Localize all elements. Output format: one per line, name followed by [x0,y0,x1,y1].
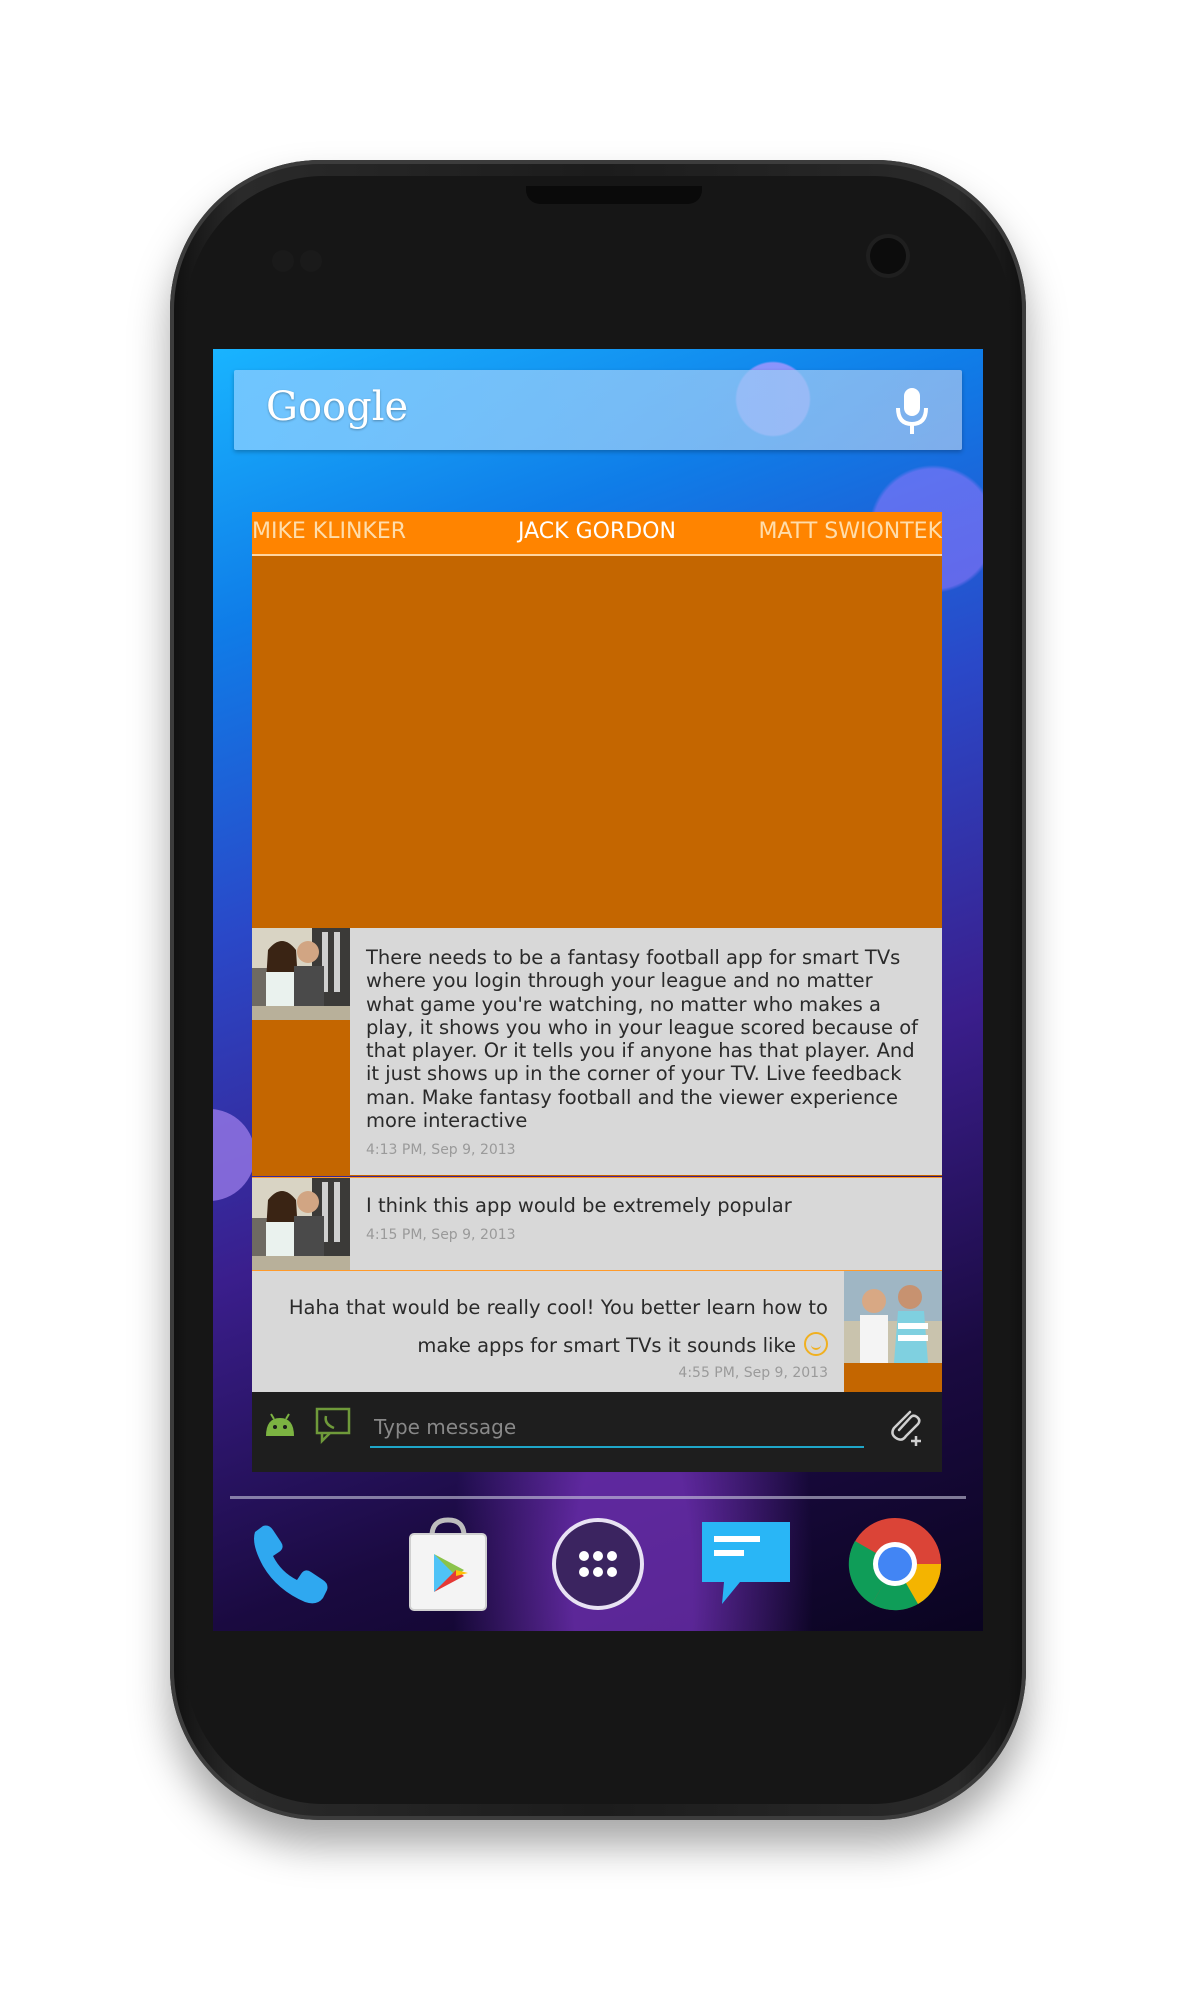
message-input[interactable] [370,1408,864,1448]
chat-widget: MIKE KLINKER JACK GORDON MATT SWIONTEK T… [252,512,942,1472]
avatar [844,1271,942,1363]
home-screen: Google MIKE KLINKER JACK GORDON MATT SWI… [213,349,983,1631]
tab-matt-swiontek[interactable]: MATT SWIONTEK [758,519,942,544]
app-drawer-icon[interactable] [548,1514,648,1614]
message-compose-bar [252,1392,942,1472]
message-text: There needs to be a fantasy football app… [366,946,919,1133]
message-bubble: I think this app would be extremely popu… [350,1178,942,1270]
message-text: I think this app would be extremely popu… [366,1194,792,1217]
chrome-icon[interactable] [845,1514,945,1614]
google-search-bar[interactable]: Google [234,370,962,450]
message-timestamp: 4:13 PM, Sep 9, 2013 [366,1142,516,1159]
microphone-icon[interactable] [892,386,932,436]
dock-divider [230,1496,966,1499]
message-text: Haha that would be really cool! You bett… [270,1289,828,1365]
messaging-icon[interactable] [696,1514,796,1614]
message-timestamp: 4:15 PM, Sep 9, 2013 [366,1227,516,1244]
conversation-background [252,556,942,928]
contact-tabs: MIKE KLINKER JACK GORDON MATT SWIONTEK [252,512,942,554]
wallpaper-bubble [213,1109,255,1201]
avatar [252,928,350,1020]
message-text-content: Haha that would be really cool! You bett… [288,1296,828,1357]
front-camera [870,238,906,274]
message-bubble: Haha that would be really cool! You bett… [252,1271,844,1393]
message-item: Haha that would be really cool! You bett… [252,1270,942,1393]
smiley-icon [804,1332,828,1356]
attachment-icon[interactable] [886,1406,926,1448]
play-store-icon[interactable] [398,1514,498,1614]
sms-icon[interactable] [314,1406,352,1444]
message-item: There needs to be a fantasy football app… [252,928,942,1176]
message-timestamp: 4:55 PM, Sep 9, 2013 [678,1365,828,1381]
google-logo: Google [266,384,409,430]
earpiece-speaker [526,186,702,204]
tab-mike-klinker[interactable]: MIKE KLINKER [252,519,406,544]
proximity-sensors [272,250,332,272]
message-item: I think this app would be extremely popu… [252,1177,942,1270]
phone-icon[interactable] [241,1514,341,1614]
tab-jack-gordon[interactable]: JACK GORDON [512,519,682,544]
android-icon[interactable] [262,1410,298,1440]
avatar [252,1178,350,1270]
message-bubble: There needs to be a fantasy football app… [350,928,942,1175]
